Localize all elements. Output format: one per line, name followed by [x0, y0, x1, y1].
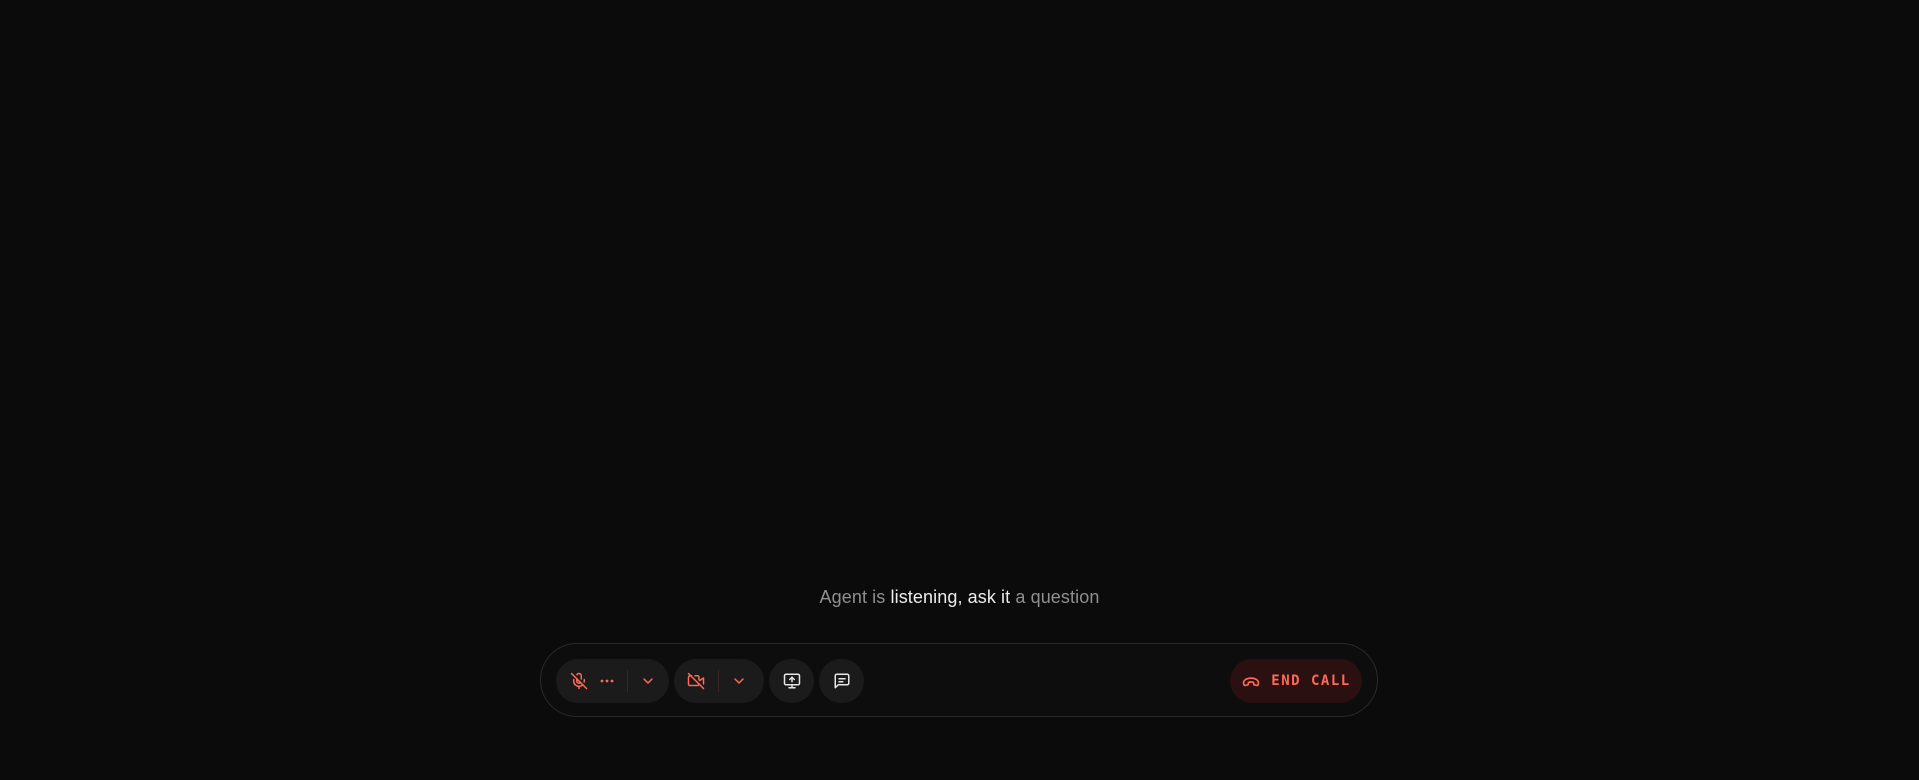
camera-dropdown-button[interactable]	[719, 673, 759, 689]
end-call-label: END CALL	[1271, 673, 1351, 689]
status-highlight: listening, ask it	[890, 587, 1011, 607]
mic-control-group	[556, 659, 669, 703]
phone-hangup-icon	[1242, 677, 1260, 687]
mic-more-button[interactable]	[599, 678, 615, 684]
mic-dropdown-button[interactable]	[628, 673, 668, 689]
status-suffix: a question	[1010, 587, 1100, 607]
status-prefix: Agent is	[819, 587, 891, 607]
chat-button[interactable]	[819, 659, 864, 703]
call-control-bar: END CALL	[540, 643, 1378, 717]
call-stage: Agent is listening, ask it a question EN…	[0, 0, 1919, 780]
camera-control-group	[674, 659, 764, 703]
end-call-button[interactable]: END CALL	[1230, 659, 1362, 703]
mic-off-icon	[570, 672, 588, 690]
chevron-down-icon	[643, 678, 653, 684]
chat-icon	[834, 673, 849, 689]
agent-status-text: Agent is listening, ask it a question	[0, 587, 1919, 608]
screen-share-icon	[783, 673, 800, 689]
mic-toggle-button[interactable]	[559, 672, 599, 690]
chevron-down-icon	[734, 678, 744, 684]
camera-toggle-button[interactable]	[674, 672, 718, 690]
ellipsis-icon	[600, 679, 614, 683]
camera-off-icon	[687, 672, 705, 690]
share-screen-button[interactable]	[769, 659, 814, 703]
